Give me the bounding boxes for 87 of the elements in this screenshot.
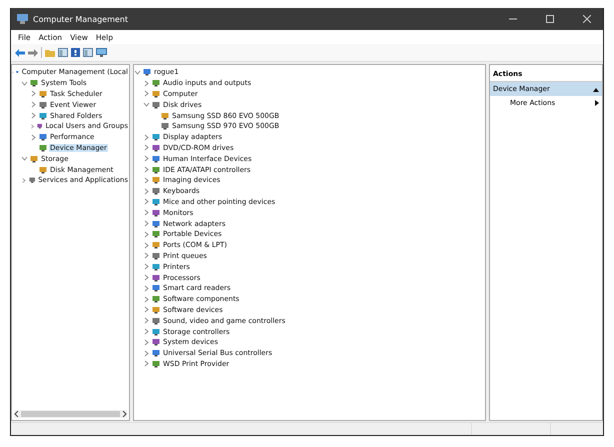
maximize-icon[interactable] bbox=[546, 15, 554, 23]
expand-chevron-icon[interactable] bbox=[143, 80, 150, 87]
device-icon bbox=[152, 100, 160, 109]
scroll-right-icon[interactable] bbox=[122, 411, 127, 417]
expand-chevron-icon[interactable] bbox=[143, 350, 150, 357]
expand-chevron-icon[interactable] bbox=[143, 198, 150, 206]
device-icon bbox=[152, 230, 160, 238]
device-icon bbox=[161, 122, 169, 130]
collapse-chevron-icon[interactable] bbox=[21, 80, 28, 87]
close-icon[interactable] bbox=[583, 15, 591, 23]
device-icon bbox=[152, 306, 160, 314]
monitor-icon[interactable] bbox=[96, 48, 107, 57]
device-icon bbox=[152, 328, 160, 336]
device-icon bbox=[36, 122, 42, 130]
expand-chevron-icon[interactable] bbox=[143, 230, 150, 238]
app-icon bbox=[17, 14, 28, 24]
collapse-triangle-icon[interactable] bbox=[593, 86, 599, 92]
device-icon bbox=[152, 208, 160, 217]
folder-icon[interactable] bbox=[45, 48, 55, 57]
device-icon bbox=[152, 198, 160, 206]
horizontal-scrollbar[interactable] bbox=[14, 410, 127, 418]
device-icon bbox=[152, 220, 160, 228]
expand-chevron-icon[interactable] bbox=[143, 360, 150, 368]
device-icon bbox=[152, 144, 160, 152]
device-icon bbox=[39, 90, 47, 98]
device-icon bbox=[152, 154, 160, 163]
expand-chevron-icon[interactable] bbox=[30, 122, 35, 130]
device-icon bbox=[30, 79, 38, 88]
device-icon bbox=[30, 154, 38, 163]
expand-chevron-icon[interactable] bbox=[143, 296, 150, 303]
device-icon bbox=[152, 262, 160, 271]
device-icon bbox=[152, 176, 160, 184]
expand-chevron-icon[interactable] bbox=[21, 176, 27, 184]
device-icon bbox=[152, 79, 160, 88]
expand-chevron-icon[interactable] bbox=[143, 274, 150, 282]
expand-chevron-icon[interactable] bbox=[143, 263, 150, 270]
collapse-chevron-icon[interactable] bbox=[134, 68, 141, 76]
expand-chevron-icon[interactable] bbox=[143, 166, 150, 174]
device-icon bbox=[39, 166, 47, 174]
device-icon bbox=[152, 316, 160, 325]
submenu-arrow-icon bbox=[595, 100, 599, 106]
device-icon bbox=[28, 176, 36, 184]
expand-chevron-icon[interactable] bbox=[143, 188, 150, 195]
expand-chevron-icon[interactable] bbox=[143, 134, 150, 141]
expand-chevron-icon[interactable] bbox=[143, 176, 150, 184]
device-icon bbox=[143, 68, 151, 76]
device-icon bbox=[152, 349, 160, 358]
device-icon bbox=[152, 90, 160, 98]
device-icon bbox=[39, 133, 47, 142]
expand-chevron-icon[interactable] bbox=[143, 284, 150, 292]
device-icon bbox=[152, 187, 160, 196]
expand-chevron-icon[interactable] bbox=[143, 338, 150, 346]
scroll-left-icon[interactable] bbox=[14, 411, 19, 417]
device-icon bbox=[152, 295, 160, 304]
device-icon bbox=[152, 274, 160, 282]
expand-chevron-icon[interactable] bbox=[143, 144, 150, 152]
device-icon bbox=[152, 241, 160, 250]
device-icon bbox=[152, 338, 160, 346]
device-icon bbox=[161, 112, 169, 120]
expand-chevron-icon[interactable] bbox=[30, 101, 37, 108]
expand-chevron-icon[interactable] bbox=[143, 90, 150, 98]
device-icon bbox=[39, 100, 47, 109]
pane-icon[interactable] bbox=[83, 48, 93, 57]
device-icon bbox=[152, 133, 160, 142]
window-title: Computer Management bbox=[33, 14, 130, 24]
expand-chevron-icon[interactable] bbox=[143, 328, 150, 336]
expand-chevron-icon[interactable] bbox=[143, 306, 150, 314]
device-icon bbox=[152, 360, 160, 368]
pane-icon[interactable] bbox=[58, 48, 68, 57]
expand-chevron-icon[interactable] bbox=[30, 134, 37, 141]
forward-arrow-icon[interactable] bbox=[28, 48, 38, 56]
collapse-chevron-icon[interactable] bbox=[21, 155, 28, 162]
expand-chevron-icon[interactable] bbox=[143, 242, 150, 249]
expand-chevron-icon[interactable] bbox=[30, 90, 37, 98]
device-icon bbox=[152, 166, 160, 174]
device-icon bbox=[39, 112, 47, 120]
expand-chevron-icon[interactable] bbox=[143, 317, 150, 324]
device-icon bbox=[39, 144, 47, 152]
collapse-chevron-icon[interactable] bbox=[143, 101, 150, 108]
expand-chevron-icon[interactable] bbox=[143, 209, 150, 216]
device-icon bbox=[152, 284, 160, 292]
expand-chevron-icon[interactable] bbox=[30, 112, 37, 120]
expand-chevron-icon[interactable] bbox=[143, 220, 150, 228]
back-arrow-icon[interactable] bbox=[15, 48, 25, 56]
device-icon bbox=[152, 252, 160, 260]
expand-chevron-icon[interactable] bbox=[143, 155, 150, 162]
expand-chevron-icon[interactable] bbox=[143, 252, 150, 260]
